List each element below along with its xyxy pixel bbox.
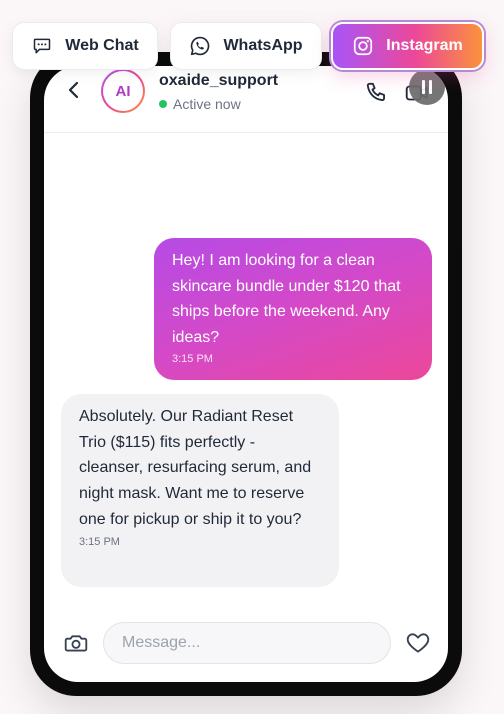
chat-screen: AI oxaide_support Active now Hey! I am l… — [44, 66, 448, 682]
tab-instagram-label: Instagram — [386, 37, 463, 54]
chevron-left-icon — [64, 80, 84, 105]
pause-button[interactable] — [409, 69, 445, 105]
tab-whatsapp[interactable]: WhatsApp — [170, 22, 322, 70]
message-text: Absolutely. Our Radiant Reset Trio ($115… — [79, 408, 312, 528]
outgoing-message: Hey! I am looking for a clean skincare b… — [154, 238, 432, 380]
camera-button[interactable] — [63, 630, 89, 656]
tab-web-chat-label: Web Chat — [65, 37, 139, 54]
phone-icon — [364, 82, 390, 110]
tab-whatsapp-label: WhatsApp — [223, 37, 303, 54]
demo-stage: AI oxaide_support Active now Hey! I am l… — [0, 0, 504, 714]
instagram-icon — [352, 35, 374, 57]
contact-name: oxaide_support — [159, 72, 279, 89]
avatar: AI — [101, 69, 145, 113]
avatar-initials: AI — [103, 71, 143, 111]
message-input[interactable] — [103, 622, 391, 664]
call-button[interactable] — [364, 80, 390, 106]
chat-bubble-icon — [31, 35, 53, 57]
like-button[interactable] — [405, 630, 431, 656]
message-text: Hey! I am looking for a clean skincare b… — [172, 252, 401, 346]
message-composer — [44, 618, 448, 666]
online-dot — [159, 100, 167, 108]
heart-icon — [405, 633, 431, 660]
tab-web-chat[interactable]: Web Chat — [12, 22, 158, 70]
whatsapp-icon — [189, 35, 211, 57]
back-button[interactable] — [62, 80, 86, 104]
tab-instagram[interactable]: Instagram — [331, 22, 484, 70]
incoming-message: Absolutely. Our Radiant Reset Trio ($115… — [61, 394, 339, 587]
chat-header: AI oxaide_support Active now — [44, 66, 448, 133]
status-text: Active now — [173, 96, 241, 112]
pause-icon — [420, 80, 434, 94]
phone-frame: AI oxaide_support Active now Hey! I am l… — [30, 52, 462, 696]
message-timestamp: 3:15 PM — [172, 353, 213, 365]
camera-icon — [63, 635, 89, 660]
presence-status: Active now — [159, 96, 241, 112]
message-timestamp: 3:15 PM — [79, 535, 120, 548]
